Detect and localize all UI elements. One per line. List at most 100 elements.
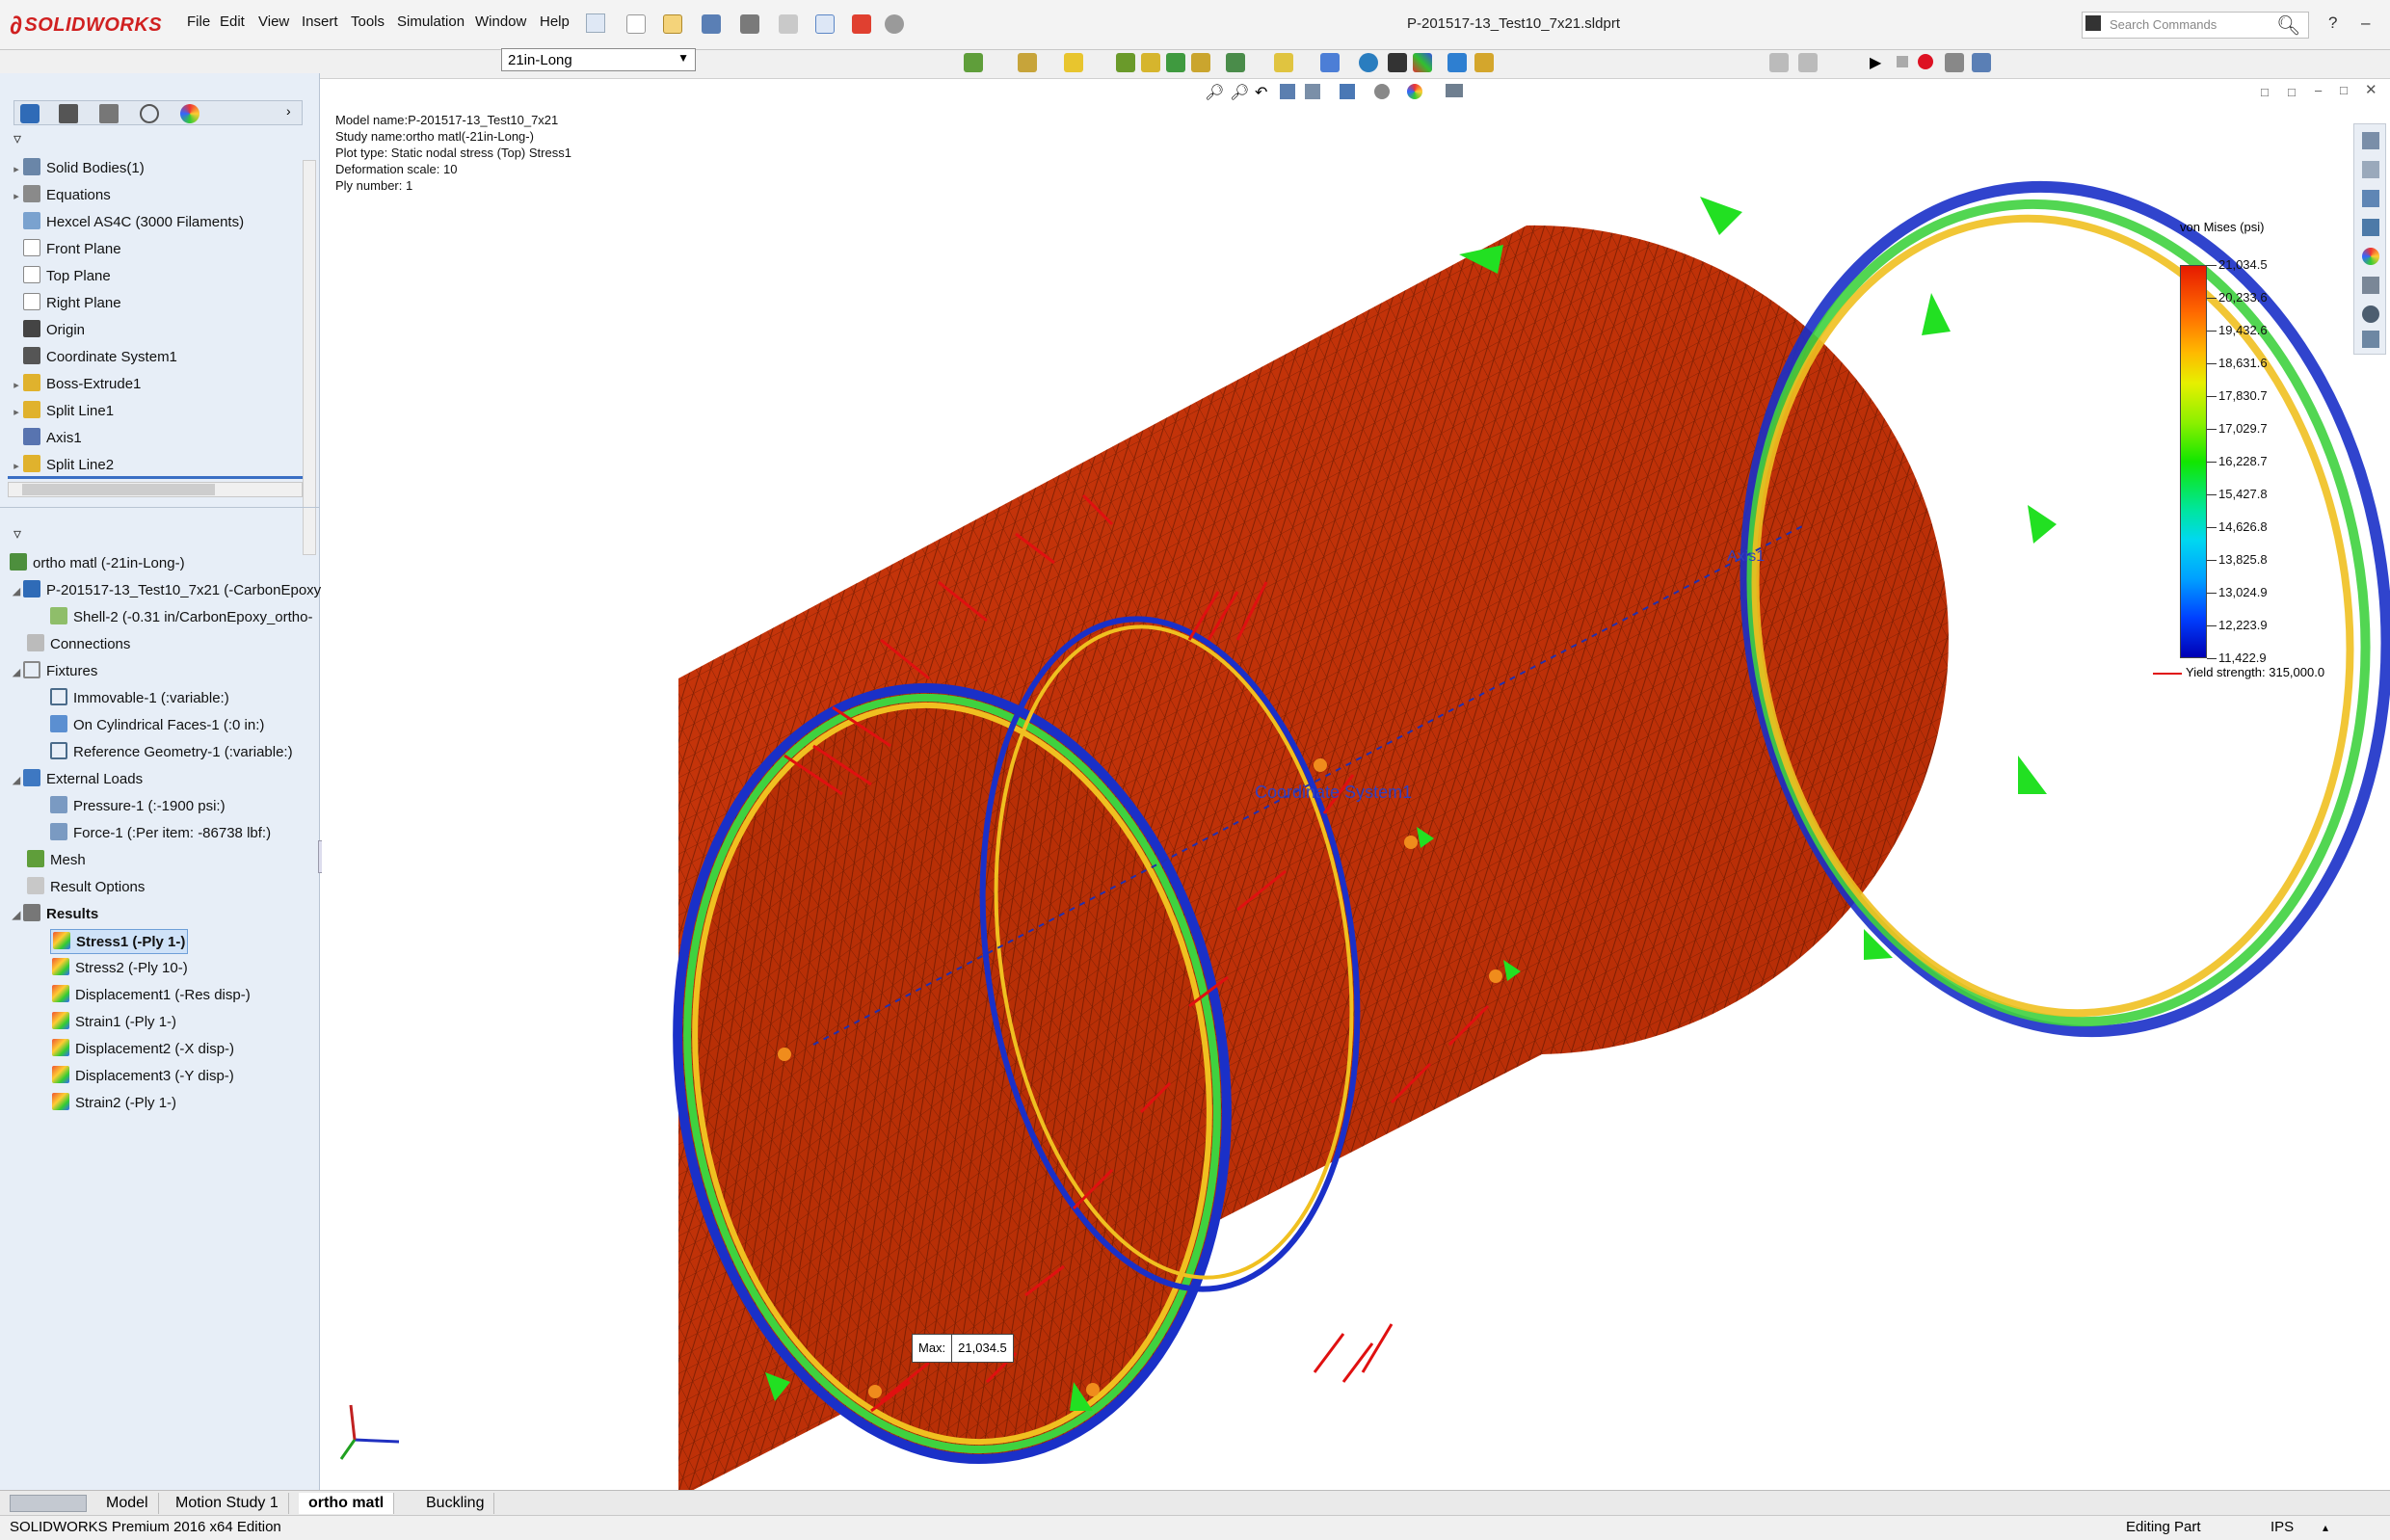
- export-icon[interactable]: [1972, 53, 1991, 72]
- tree-hscrollbar[interactable]: [8, 482, 303, 497]
- search-magnifier-icon[interactable]: 🔍︎: [2276, 13, 2300, 38]
- menu-edit[interactable]: Edit: [220, 13, 245, 30]
- pin-icon[interactable]: [586, 13, 605, 33]
- chevron-up-icon[interactable]: ▴: [2323, 1516, 2328, 1539]
- feature-tree-item[interactable]: Hexcel AS4C (3000 Filaments): [10, 210, 244, 235]
- status-units[interactable]: IPS: [2270, 1516, 2294, 1539]
- configuration-select[interactable]: 21in-Long ▼: [501, 48, 696, 71]
- chart-options-icon[interactable]: [1413, 53, 1432, 72]
- external-loads-node[interactable]: ◢ External Loads: [10, 767, 143, 792]
- external-loads-icon[interactable]: [1064, 53, 1083, 72]
- fixtures-icon[interactable]: [1018, 53, 1037, 72]
- tab-model[interactable]: Model: [96, 1493, 159, 1514]
- deformed-result-icon[interactable]: [1226, 53, 1245, 72]
- design-library-icon[interactable]: [2362, 190, 2379, 207]
- expand-icon[interactable]: ◢: [10, 579, 23, 604]
- feature-manager-tab-icon[interactable]: [20, 104, 40, 123]
- solidworks-forum-icon[interactable]: [2362, 305, 2379, 323]
- result-item[interactable]: Strain1 (-Ply 1-): [50, 1010, 178, 1035]
- design-insight-icon[interactable]: [1474, 53, 1494, 72]
- tree-scrollbar[interactable]: [303, 160, 316, 555]
- result-options-node[interactable]: Result Options: [27, 875, 145, 900]
- menu-simulation[interactable]: Simulation: [397, 13, 465, 30]
- sensor-icon[interactable]: [1769, 53, 1789, 72]
- view-palette-icon[interactable]: [2362, 331, 2379, 348]
- feature-tree-item[interactable]: ▸ Split Line2: [10, 453, 114, 478]
- record-icon[interactable]: [1918, 54, 1933, 69]
- panel-splitter[interactable]: [0, 507, 320, 511]
- max-stress-probe[interactable]: Max: 21,034.5: [912, 1334, 1014, 1363]
- probe-icon[interactable]: [1447, 53, 1467, 72]
- feature-tree-item[interactable]: Front Plane: [10, 237, 121, 262]
- feature-tree-item[interactable]: ▸ Solid Bodies(1): [10, 156, 145, 181]
- filter-icon[interactable]: ▿: [13, 524, 21, 544]
- result-item[interactable]: Displacement1 (-Res disp-): [50, 983, 252, 1008]
- result-item[interactable]: Stress1 (-Ply 1-): [50, 929, 189, 954]
- feature-tree-item[interactable]: Origin: [10, 318, 85, 343]
- property-manager-tab-icon[interactable]: [59, 104, 78, 123]
- filter-icon[interactable]: ▿: [13, 129, 21, 148]
- menu-view[interactable]: View: [258, 13, 289, 30]
- compare-results-icon[interactable]: [1274, 53, 1293, 72]
- expand-icon[interactable]: ▸: [10, 373, 23, 398]
- print-icon[interactable]: [740, 14, 759, 34]
- fixture-item[interactable]: Immovable-1 (:variable:): [50, 686, 229, 711]
- undo-icon[interactable]: [779, 14, 798, 34]
- feature-tree-item[interactable]: Axis1: [10, 426, 82, 451]
- resources-icon[interactable]: [2362, 161, 2379, 178]
- minimize-window-icon[interactable]: –: [2361, 13, 2370, 33]
- feature-tree-item[interactable]: ▸ Split Line1: [10, 399, 114, 424]
- include-image-icon[interactable]: [1388, 53, 1407, 72]
- mesh-node[interactable]: Mesh: [27, 848, 86, 873]
- new-document-icon[interactable]: [626, 14, 646, 34]
- menu-help[interactable]: Help: [540, 13, 570, 30]
- connections-icon[interactable]: [1116, 53, 1135, 72]
- report-icon[interactable]: [1359, 53, 1378, 72]
- display-manager-tab-icon[interactable]: [180, 104, 199, 123]
- save-icon[interactable]: [702, 14, 721, 34]
- results-advisor-icon[interactable]: [1191, 53, 1210, 72]
- select-pointer-icon[interactable]: [815, 14, 835, 34]
- mesh-icon[interactable]: [1141, 53, 1160, 72]
- animate-save-icon[interactable]: [1945, 53, 1964, 72]
- chevron-right-icon[interactable]: ›: [286, 103, 291, 119]
- feature-tree-item[interactable]: ▸ Equations: [10, 183, 111, 208]
- play-icon[interactable]: ▶: [1870, 53, 1881, 72]
- part-node[interactable]: ◢ P-201517-13_Test10_7x21 (-CarbonEpoxy: [10, 578, 321, 603]
- load-item[interactable]: Pressure-1 (:-1900 psi:): [50, 794, 226, 819]
- result-item[interactable]: Displacement2 (-X disp-): [50, 1037, 236, 1062]
- search-commands-input[interactable]: Search Commands: [2082, 12, 2309, 39]
- configuration-manager-tab-icon[interactable]: [99, 104, 119, 123]
- menu-file[interactable]: File: [187, 13, 210, 30]
- result-item[interactable]: Stress2 (-Ply 10-): [50, 956, 190, 981]
- stop-icon[interactable]: [1897, 56, 1908, 67]
- trend-icon[interactable]: [1798, 53, 1818, 72]
- tab-motion-study[interactable]: Motion Study 1: [166, 1493, 289, 1514]
- solidworks-logo[interactable]: ∂ SOLIDWORKS: [10, 6, 164, 44]
- run-study-icon[interactable]: [964, 53, 983, 72]
- hscroll-thumb[interactable]: [22, 484, 215, 495]
- expand-icon[interactable]: ▸: [10, 400, 23, 425]
- feature-tree-item[interactable]: Coordinate System1: [10, 345, 177, 370]
- expand-icon[interactable]: ◢: [10, 903, 23, 928]
- expand-icon[interactable]: ▸: [10, 157, 23, 182]
- help-button[interactable]: ?: [2328, 13, 2337, 33]
- connections-node[interactable]: Connections: [27, 632, 130, 657]
- tab-navigation-arrows-icon[interactable]: [10, 1495, 87, 1512]
- load-item[interactable]: Force-1 (:Per item: -86738 lbf:): [50, 821, 271, 846]
- feature-tree-item[interactable]: Right Plane: [10, 291, 121, 316]
- shell-node[interactable]: Shell-2 (-0.31 in/CarbonEpoxy_ortho-: [50, 605, 312, 630]
- appearances-icon[interactable]: [2362, 248, 2379, 265]
- menu-insert[interactable]: Insert: [302, 13, 338, 30]
- study-node[interactable]: ortho matl (-21in-Long-): [10, 551, 185, 576]
- plot-tools-icon[interactable]: [1320, 53, 1340, 72]
- expand-icon[interactable]: ▸: [10, 184, 23, 209]
- fixture-item[interactable]: On Cylindrical Faces-1 (:0 in:): [50, 713, 264, 738]
- tab-buckling[interactable]: Buckling: [416, 1493, 495, 1514]
- stress-plot-model[interactable]: Axis1 Coordinate System1: [322, 81, 2390, 1490]
- shell-manager-icon[interactable]: [1166, 53, 1185, 72]
- expand-icon[interactable]: ◢: [10, 768, 23, 793]
- options-gear-icon[interactable]: [885, 14, 904, 34]
- menu-tools[interactable]: Tools: [351, 13, 385, 30]
- expand-icon[interactable]: ◢: [10, 660, 23, 685]
